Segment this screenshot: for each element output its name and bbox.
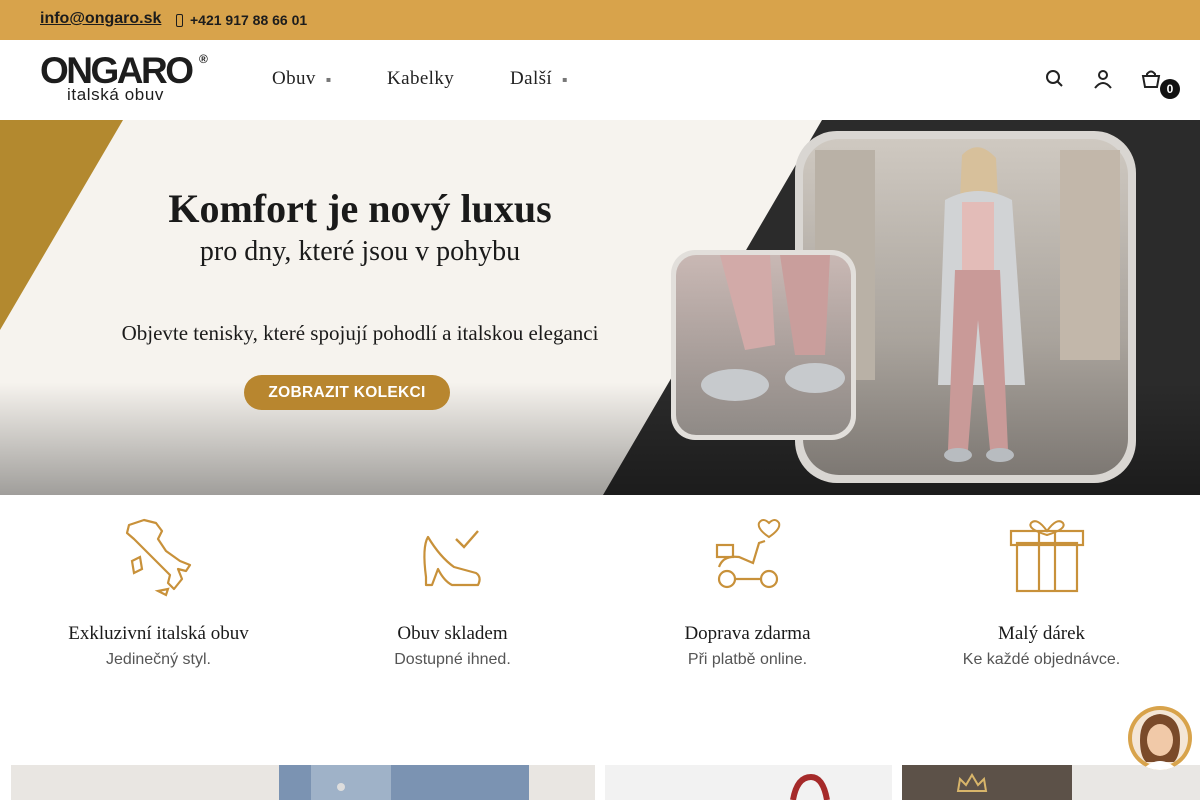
feature-title: Exkluzivní italská obuv: [68, 623, 249, 644]
phone-icon: [176, 13, 183, 27]
nav-item-label: Obuv: [272, 68, 316, 89]
nav-item-kabelky[interactable]: Kabelky: [387, 68, 454, 90]
feature-title: Doprava zdarma: [684, 623, 811, 644]
tile-image: [790, 773, 830, 800]
hero-banner[interactable]: Komfort je nový luxus pro dny, které jso…: [0, 120, 1200, 495]
tile-image: [956, 765, 1200, 800]
category-tile-handbags[interactable]: [605, 765, 892, 800]
scooter-icon: [715, 519, 781, 589]
logo-tagline: italská obuv: [67, 85, 164, 104]
category-tile-crown[interactable]: [902, 765, 1200, 800]
nav-item-dalsi[interactable]: Další ▪: [510, 68, 568, 90]
nav-item-obuv[interactable]: Obuv ▪: [272, 68, 332, 90]
logo-registered-mark: ®: [199, 52, 208, 66]
nav-item-label: Kabelky: [387, 68, 455, 89]
shoe-check-icon: [423, 530, 481, 587]
cart-count-badge: 0: [1160, 79, 1180, 99]
hero-title: Komfort je nový luxus: [168, 186, 552, 231]
category-tile-jeans[interactable]: [11, 765, 595, 800]
chat-avatar-button[interactable]: [1128, 706, 1192, 770]
logo-brand: ONGARO: [40, 50, 194, 91]
chevron-down-icon: ▪: [562, 74, 568, 84]
italy-map-icon: [125, 518, 192, 597]
features-section: Exkluzivní italská obuv Jedinečný styl. …: [0, 495, 1200, 725]
category-tiles: [0, 765, 1200, 800]
feature-subtitle: Dostupné ihned.: [394, 651, 511, 668]
feature-subtitle: Ke každé objednávce.: [962, 651, 1121, 668]
user-icon[interactable]: [1092, 68, 1114, 90]
feature-title: Malý dárek: [997, 623, 1086, 644]
feature-title: Obuv skladem: [397, 623, 508, 644]
feature-subtitle: Při platbě online.: [687, 651, 808, 668]
top-bar: info@ongaro.sk +421 917 88 66 01: [0, 0, 1200, 40]
feature-subtitle: Jedinečný styl.: [106, 651, 211, 668]
hero-description: Objevte tenisky, které spojují pohodlí a…: [121, 321, 599, 345]
phone-contact[interactable]: +421 917 88 66 01: [176, 12, 307, 28]
site-header: ONGARO ® italská obuv Obuv ▪ Kabelky Dal…: [0, 40, 1200, 120]
logo[interactable]: ONGARO ® italská obuv: [40, 52, 215, 104]
phone-number: +421 917 88 66 01: [190, 12, 308, 28]
hero-background: [0, 120, 1200, 495]
search-icon[interactable]: [1043, 68, 1065, 90]
view-collection-button[interactable]: ZOBRAZIT KOLEKCI: [244, 375, 450, 410]
cart-icon[interactable]: [1140, 68, 1162, 90]
nav-item-label: Další: [510, 68, 553, 89]
email-link[interactable]: info@ongaro.sk: [40, 10, 161, 28]
hero-subtitle: pro dny, které jsou v pohybu: [199, 236, 521, 267]
chevron-down-icon: ▪: [325, 74, 332, 84]
gift-icon: [1009, 520, 1085, 593]
avatar: [1132, 710, 1188, 770]
tile-image: [279, 765, 529, 800]
